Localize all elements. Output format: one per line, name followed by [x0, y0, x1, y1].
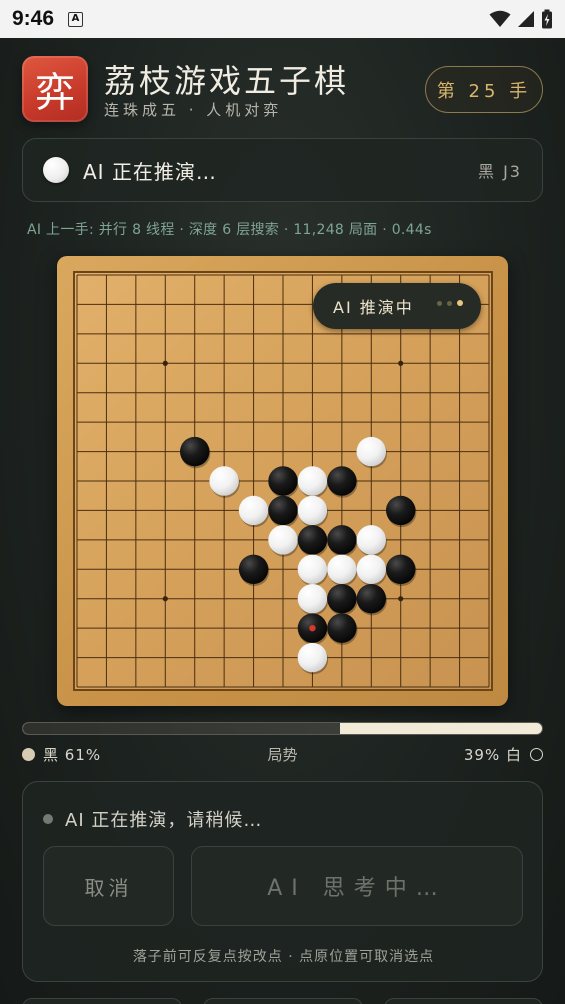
black-stone	[297, 525, 328, 555]
star-point	[398, 596, 404, 602]
cancel-button[interactable]: 取消	[43, 846, 174, 926]
black-stone	[327, 613, 357, 643]
white-stone	[238, 495, 269, 526]
black-stone	[180, 436, 210, 467]
white-stone	[297, 584, 328, 614]
ai-thinking-label: AI 推演中	[333, 298, 414, 317]
black-stone	[268, 466, 298, 496]
white-stone	[297, 554, 328, 584]
white-stone	[356, 436, 386, 467]
battery-icon	[542, 9, 552, 29]
action-panel: AI 正在推演，请稍候… 取消 AI 思考中… 落子前可反复点按改点 · 点原位…	[22, 781, 543, 982]
turn-status-text: AI 正在推演…	[83, 159, 217, 184]
panel-hint: 落子前可反复点按改点 · 点原位置可取消选点	[132, 949, 435, 965]
black-stone	[327, 584, 357, 614]
panel-status: AI 正在推演，请稍候…	[43, 806, 262, 832]
clock: 9:46	[12, 7, 55, 30]
last-move-label: 黑 J3	[478, 162, 522, 181]
ai-stats-line: AI 上一手: 并行 8 线程 · 深度 6 层搜索 · 11,248 局面 ·…	[27, 222, 432, 238]
white-stone	[356, 554, 386, 584]
black-stone	[386, 554, 416, 584]
advantage-bar-black-fill	[23, 723, 340, 734]
white-stone-outline-icon	[530, 748, 543, 761]
white-stone	[209, 466, 239, 496]
wifi-icon	[489, 10, 511, 27]
turn-status-card: AI 正在推演… 黑 J3	[22, 138, 543, 202]
signal-icon	[518, 11, 534, 27]
white-stone-icon	[43, 157, 69, 183]
star-point	[162, 360, 168, 366]
panel-status-text: AI 正在推演，请稍候…	[65, 810, 263, 831]
white-stone	[268, 525, 298, 555]
black-stone	[268, 495, 298, 526]
black-stone	[327, 525, 357, 555]
loading-dots-icon	[437, 300, 463, 306]
black-stone	[356, 584, 386, 614]
star-point	[162, 596, 168, 602]
white-stone	[297, 642, 328, 673]
system-icons	[489, 9, 553, 29]
advantage-bar	[22, 722, 543, 735]
app-logo: 弈	[22, 56, 88, 122]
star-point	[398, 360, 404, 366]
white-stone	[297, 466, 328, 496]
ai-thinking-pill: AI 推演中	[313, 283, 481, 329]
black-stone	[386, 495, 416, 526]
notification-icon: A	[68, 11, 84, 27]
status-dot-icon	[43, 814, 53, 824]
white-stone	[297, 495, 328, 526]
app-subtitle: 连珠成五 · 人机对弈	[104, 101, 283, 119]
black-stone	[327, 466, 357, 496]
advantage-labels: 黑 61% 局势 39% 白	[22, 744, 543, 764]
ai-thinking-button[interactable]: AI 思考中…	[191, 846, 523, 926]
white-stone	[327, 554, 357, 584]
bottom-button-peek[interactable]	[203, 998, 363, 1004]
bottom-button-peek[interactable]	[22, 998, 182, 1004]
status-bar: 9:46 A	[0, 0, 565, 38]
white-stone	[356, 525, 386, 555]
bottom-button-peek[interactable]	[384, 998, 543, 1004]
move-counter-badge: 第 25 手	[425, 66, 543, 113]
black-stone	[238, 554, 269, 584]
app-title: 荔枝游戏五子棋	[104, 62, 350, 100]
white-percentage: 39% 白	[463, 746, 522, 764]
last-move-marker	[309, 624, 316, 632]
